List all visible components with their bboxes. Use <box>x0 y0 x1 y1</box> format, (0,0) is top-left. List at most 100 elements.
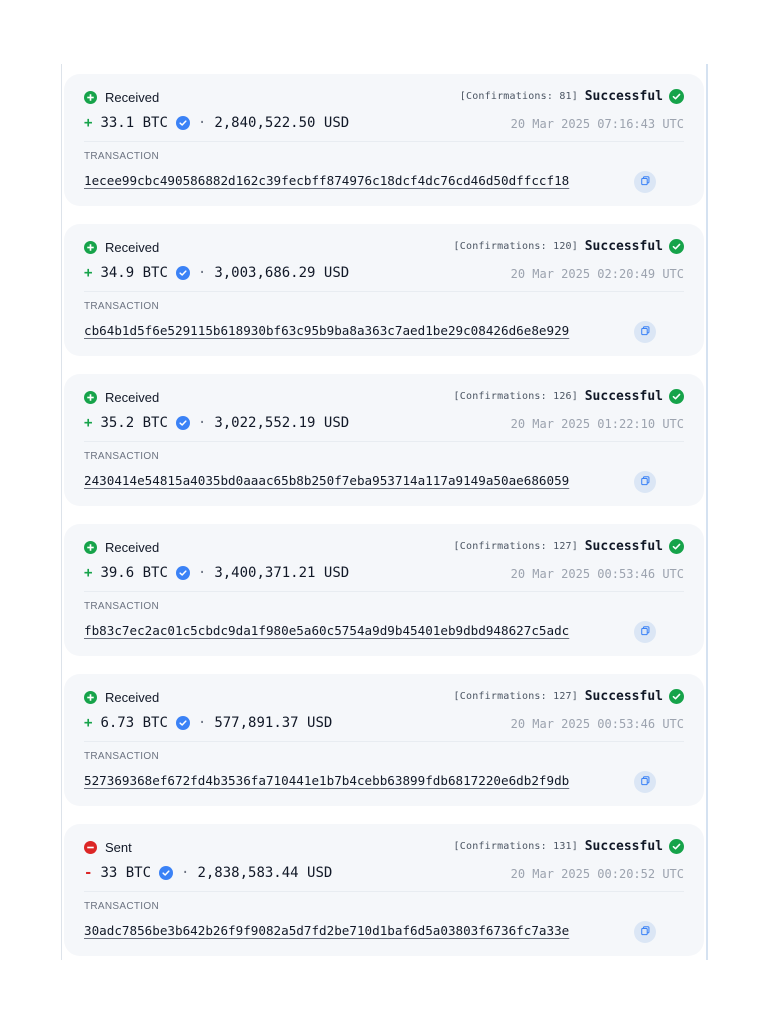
direction-label: Received <box>105 540 160 555</box>
confirmations-suffix: ] <box>571 241 578 252</box>
direction-label: Received <box>105 240 160 255</box>
btc-amount: 33 BTC <box>100 865 152 881</box>
status-label: Successful <box>584 839 663 854</box>
amount-row: + 6.73 BTC · 577,891.37 USD <box>84 715 332 731</box>
check-circle-icon <box>669 89 684 104</box>
transaction-hash-link[interactable]: fb83c7ec2ac01c5cbdc9da1f980e5a60c5754a9d… <box>84 623 569 638</box>
amount-row: + 39.6 BTC · 3,400,371.21 USD <box>84 565 349 581</box>
plus-circle-icon <box>84 391 97 404</box>
divider <box>84 591 684 592</box>
divider <box>84 441 684 442</box>
transaction-label: TRANSACTION <box>84 451 159 462</box>
confirmations-text: [Confirmations: 127] <box>454 691 578 702</box>
transaction-card: Sent [Confirmations: 131] Successful - 3… <box>64 824 704 956</box>
transaction-label: TRANSACTION <box>84 301 159 312</box>
separator-dot: · <box>197 415 207 431</box>
check-circle-icon <box>669 389 684 404</box>
amount-row: + 35.2 BTC · 3,022,552.19 USD <box>84 415 349 431</box>
direction-label: Sent <box>105 840 132 855</box>
copy-button[interactable] <box>634 171 656 193</box>
btc-amount: 33.1 BTC <box>100 115 168 131</box>
confirmations-suffix: ] <box>571 541 578 552</box>
amount-sign: + <box>84 265 93 281</box>
confirmations-suffix: ] <box>571 691 578 702</box>
transaction-hash-link[interactable]: 527369368ef672fd4b3536fa710441e1b7b4cebb… <box>84 773 569 788</box>
check-circle-icon <box>669 239 684 254</box>
copy-button[interactable] <box>634 921 656 943</box>
verified-badge-icon <box>175 566 190 580</box>
confirmations-prefix: [Confirmations: <box>453 241 547 252</box>
separator-dot: · <box>197 715 207 731</box>
transaction-label: TRANSACTION <box>84 601 159 612</box>
plus-circle-icon <box>84 241 97 254</box>
amount-sign: + <box>84 415 93 431</box>
transaction-hash-link[interactable]: cb64b1d5f6e529115b618930bf63c95b9ba8a363… <box>84 323 569 338</box>
confirmations-text: [Confirmations: 127] <box>454 541 578 552</box>
copy-icon <box>640 923 651 941</box>
confirmations-prefix: [Confirmations: <box>453 541 547 552</box>
transaction-label: TRANSACTION <box>84 901 159 912</box>
timestamp: 20 Mar 2025 00:53:46 UTC <box>510 717 684 731</box>
transaction-label: TRANSACTION <box>84 151 159 162</box>
confirmations-count: 126 <box>553 391 572 402</box>
status-badge: Successful <box>585 689 684 704</box>
copy-icon <box>640 773 651 791</box>
transaction-hash-link[interactable]: 30adc7856be3b642b26f9f9082a5d7fd2be710d1… <box>84 923 569 938</box>
minus-circle-icon <box>84 841 97 854</box>
timestamp: 20 Mar 2025 07:16:43 UTC <box>510 117 684 131</box>
copy-button[interactable] <box>634 771 656 793</box>
usd-amount: 2,840,522.50 USD <box>214 115 350 131</box>
confirmations-text: [Confirmations: 81] <box>460 91 578 102</box>
timestamp: 20 Mar 2025 00:53:46 UTC <box>510 567 684 581</box>
usd-amount: 3,400,371.21 USD <box>214 565 350 581</box>
timestamp: 20 Mar 2025 00:20:52 UTC <box>510 867 684 881</box>
confirmations-count: 127 <box>553 691 572 702</box>
copy-icon <box>640 623 651 641</box>
status-label: Successful <box>584 239 663 254</box>
verified-badge-icon <box>175 116 190 130</box>
copy-button[interactable] <box>634 471 656 493</box>
verified-badge-icon <box>175 716 190 730</box>
status-badge: Successful <box>585 389 684 404</box>
check-circle-icon <box>669 539 684 554</box>
check-circle-icon <box>669 689 684 704</box>
usd-amount: 3,003,686.29 USD <box>214 265 350 281</box>
confirmations-count: 120 <box>553 241 572 252</box>
confirmations-prefix: [Confirmations: <box>453 841 547 852</box>
status-label: Successful <box>584 689 663 704</box>
copy-icon <box>640 473 651 491</box>
amount-sign: + <box>84 715 93 731</box>
copy-button[interactable] <box>634 321 656 343</box>
separator-dot: · <box>197 115 207 131</box>
status-badge: Successful <box>585 239 684 254</box>
transaction-card: Received [Confirmations: 81] Successful … <box>64 74 704 206</box>
copy-icon <box>640 173 651 191</box>
transaction-card: Received [Confirmations: 126] Successful… <box>64 374 704 506</box>
transaction-hash-link[interactable]: 2430414e54815a4035bd0aaac65b8b250f7eba95… <box>84 473 569 488</box>
confirmations-text: [Confirmations: 120] <box>454 241 578 252</box>
status-label: Successful <box>584 539 663 554</box>
timestamp: 20 Mar 2025 01:22:10 UTC <box>510 417 684 431</box>
usd-amount: 2,838,583.44 USD <box>197 865 333 881</box>
plus-circle-icon <box>84 691 97 704</box>
copy-button[interactable] <box>634 621 656 643</box>
status-badge: Successful <box>585 539 684 554</box>
amount-sign: - <box>84 865 93 881</box>
usd-amount: 577,891.37 USD <box>214 715 333 731</box>
direction-label: Received <box>105 90 160 105</box>
confirmations-suffix: ] <box>571 91 578 102</box>
btc-amount: 6.73 BTC <box>100 715 168 731</box>
direction-label: Received <box>105 690 160 705</box>
transaction-card: Received [Confirmations: 127] Successful… <box>64 524 704 656</box>
confirmations-suffix: ] <box>571 391 578 402</box>
transaction-hash-link[interactable]: 1ecee99cbc490586882d162c39fecbff874976c1… <box>84 173 569 188</box>
direction-label: Received <box>105 390 160 405</box>
separator-dot: · <box>197 565 207 581</box>
separator-dot: · <box>197 265 207 281</box>
status-badge: Successful <box>585 89 684 104</box>
transaction-list: Received [Confirmations: 81] Successful … <box>64 74 704 974</box>
verified-badge-icon <box>175 266 190 280</box>
confirmations-prefix: [Confirmations: <box>453 391 547 402</box>
transaction-card: Received [Confirmations: 127] Successful… <box>64 674 704 806</box>
divider <box>84 291 684 292</box>
